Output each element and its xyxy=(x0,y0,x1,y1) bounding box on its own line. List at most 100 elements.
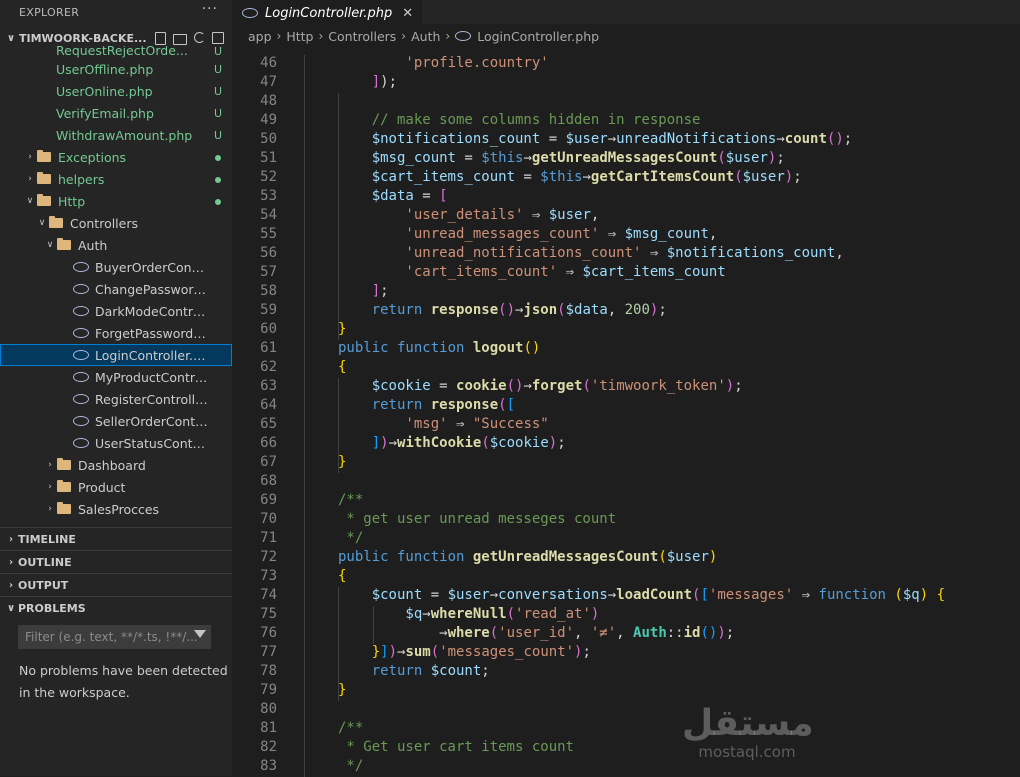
git-status-badge: U xyxy=(213,128,223,142)
tree-item[interactable]: MyProductController.... xyxy=(0,366,232,388)
tree-item[interactable]: ∨ Http xyxy=(0,190,232,212)
breadcrumb-item[interactable]: app xyxy=(248,29,272,44)
code-token: = xyxy=(413,188,440,204)
code-token: $q xyxy=(405,606,423,622)
tree-item-selected[interactable]: LoginController.php xyxy=(0,344,232,366)
tree-item[interactable]: BuyerOrderController... xyxy=(0,256,232,278)
code-line[interactable]: */ xyxy=(304,758,363,774)
code-line[interactable]: 'user_details' ⇒ $user, xyxy=(304,207,599,223)
code-line[interactable]: ])→withCookie($cookie); xyxy=(304,435,566,451)
code-line[interactable]: $msg_count = $this→getUnreadMessagesCoun… xyxy=(304,150,785,166)
filter-icon[interactable] xyxy=(194,630,206,638)
tree-item[interactable]: › SalesProcces xyxy=(0,498,232,520)
close-icon[interactable]: ✕ xyxy=(402,6,413,21)
tree-item-label: Controllers xyxy=(70,215,138,231)
tab-login-controller[interactable]: LoginController.php ✕ xyxy=(232,0,423,25)
code-line[interactable]: public function getUnreadMessagesCount($… xyxy=(304,549,717,565)
tree-item[interactable]: ∨ Auth xyxy=(0,234,232,256)
code-line[interactable]: ]); xyxy=(304,74,397,90)
section-outline[interactable]: › OUTLINE xyxy=(0,550,232,573)
tree-item-label: WithdrawAmount.php xyxy=(56,127,193,143)
tree-item[interactable]: ∨ Controllers xyxy=(0,212,232,234)
code-line[interactable]: } xyxy=(304,682,346,698)
code-line[interactable]: public function logout() xyxy=(304,340,540,356)
tab-bar: LoginController.php ✕ xyxy=(232,0,1020,25)
breadcrumb-item[interactable]: Auth xyxy=(411,29,440,44)
code-line[interactable]: ]; xyxy=(304,283,389,299)
code-line[interactable]: // make some columns hidden in response xyxy=(304,112,701,128)
more-actions-icon[interactable]: ··· xyxy=(202,1,218,17)
chevron-right-icon: › xyxy=(48,504,52,514)
code-token: * Get user cart items count xyxy=(337,739,574,755)
code-token: → xyxy=(422,606,431,622)
tree-item[interactable]: DarkModeController.p... xyxy=(0,300,232,322)
code-token: ) xyxy=(919,587,929,603)
code-line[interactable]: $cart_items_count = $this→getCartItemsCo… xyxy=(304,169,802,185)
code-line[interactable]: 'msg' ⇒ "Success" xyxy=(304,416,548,432)
breadcrumb-item[interactable]: LoginController.php xyxy=(477,29,599,44)
tree-item[interactable]: SellerOrderController.... xyxy=(0,410,232,432)
code-line[interactable]: 'unread_notifications_count' ⇒ $notifica… xyxy=(304,245,843,261)
chevron-down-icon: ∨ xyxy=(6,602,16,614)
code-line[interactable]: * Get user cart items count xyxy=(304,739,574,755)
code-token: ( xyxy=(481,435,490,451)
code-line[interactable]: 'unread_messages_count' ⇒ $msg_count, xyxy=(304,226,717,242)
code-line[interactable]: return $count; xyxy=(304,663,490,679)
code-token: () xyxy=(506,378,524,394)
code-token: $data xyxy=(565,302,608,318)
code-token: [ xyxy=(506,397,516,413)
new-folder-icon[interactable] xyxy=(172,33,187,45)
code-line[interactable]: $data = [ xyxy=(304,188,448,204)
code-line[interactable]: →where('user_id', '≠', Auth::id()); xyxy=(304,625,734,641)
code-line[interactable]: /** xyxy=(304,720,363,736)
code-line[interactable]: $q→whereNull('read_at') xyxy=(304,606,599,622)
section-output[interactable]: › OUTPUT xyxy=(0,573,232,596)
section-problems[interactable]: ∨ PROBLEMS xyxy=(0,596,232,619)
code-line[interactable]: $cookie = cookie()→forget('timwoork_toke… xyxy=(304,378,743,394)
code-line[interactable]: * get user unread messeges count xyxy=(304,511,616,527)
code-token: [ xyxy=(700,587,709,603)
code-line[interactable]: 'profile.country' xyxy=(304,55,548,71)
code-line[interactable]: }])→sum('messages_count'); xyxy=(304,644,591,660)
tree-item[interactable]: UserOffline.php U xyxy=(0,58,232,80)
tree-item[interactable]: VerifyEmail.php U xyxy=(0,102,232,124)
code-line[interactable]: } xyxy=(304,321,346,337)
code-line[interactable]: $notifications_count = $user→unreadNotif… xyxy=(304,131,853,147)
code-line[interactable]: { xyxy=(304,568,346,584)
tree-item[interactable]: ForgetPasswordContr... xyxy=(0,322,232,344)
code-line[interactable]: { xyxy=(304,359,346,375)
code-line[interactable]: */ xyxy=(304,530,363,546)
code-line[interactable]: 'cart_items_count' ⇒ $cart_items_count xyxy=(304,264,725,280)
code-line[interactable]: return response([ xyxy=(304,397,515,413)
code-line[interactable]: } xyxy=(304,454,346,470)
tree-item[interactable]: UserOnline.php U xyxy=(0,80,232,102)
tree-item[interactable]: RequestRejectOrde... U xyxy=(0,46,232,58)
code-line[interactable]: $count = $user→conversations→loadCount([… xyxy=(304,587,945,603)
tree-item[interactable]: › Exceptions xyxy=(0,146,232,168)
code-line[interactable]: /** xyxy=(304,492,363,508)
code-token: → xyxy=(439,625,448,641)
tree-item[interactable]: WithdrawAmount.php U xyxy=(0,124,232,146)
tree-item-label: Product xyxy=(78,479,126,495)
tree-item[interactable]: RegisterController.php xyxy=(0,388,232,410)
breadcrumb-item[interactable]: Controllers xyxy=(328,29,396,44)
collapse-all-icon[interactable] xyxy=(211,31,224,44)
section-timeline[interactable]: › TIMELINE xyxy=(0,527,232,550)
code-token: $notifications_count xyxy=(666,245,836,261)
tree-item[interactable]: ChangePasswordCont... xyxy=(0,278,232,300)
code-token: 200 xyxy=(624,302,650,318)
tree-item[interactable]: UserStatusController.... xyxy=(0,432,232,454)
tree-item[interactable]: › Dashboard xyxy=(0,454,232,476)
breadcrumb-item[interactable]: Http xyxy=(286,29,313,44)
git-status-badge: U xyxy=(213,84,223,98)
refresh-icon[interactable] xyxy=(193,31,205,43)
code-line[interactable]: return response()→json($data, 200); xyxy=(304,302,667,318)
tree-item[interactable]: › helpers xyxy=(0,168,232,190)
new-file-icon[interactable] xyxy=(154,31,166,45)
code-token: $msg_count xyxy=(624,226,709,242)
problems-filter-input[interactable]: Filter (e.g. text, **/*.ts, !**/... xyxy=(18,625,211,649)
tree-item[interactable]: › Product xyxy=(0,476,232,498)
